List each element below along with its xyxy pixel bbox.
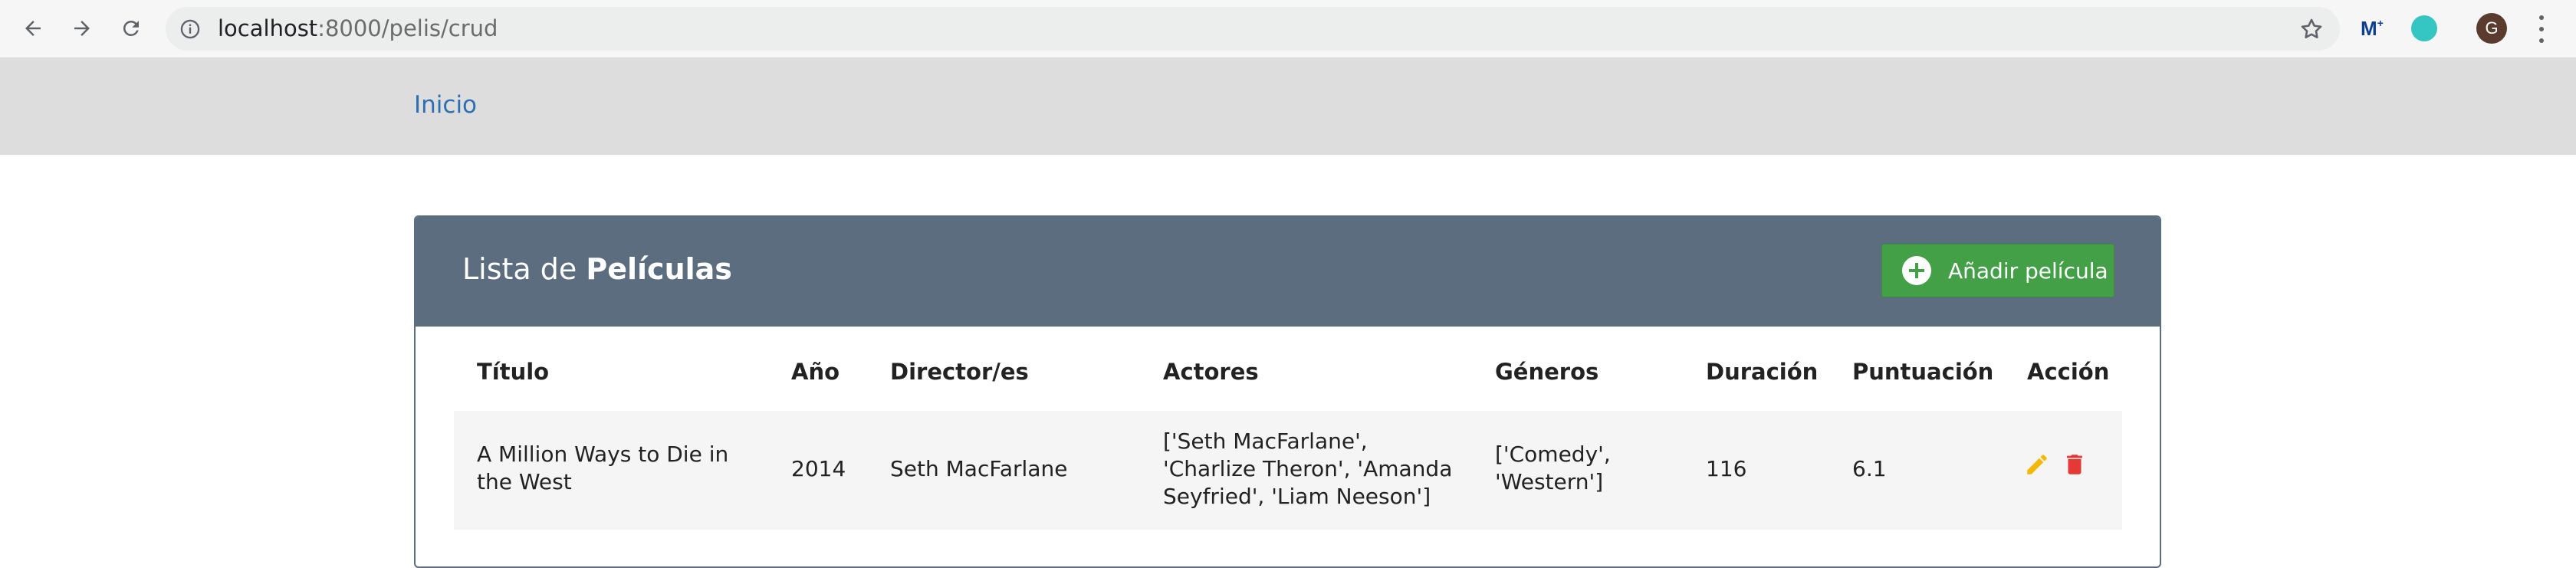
cell-anio: 2014 xyxy=(791,456,846,481)
browser-toolbar: localhost:8000/pelis/crud M+ G xyxy=(0,0,2576,58)
info-icon[interactable] xyxy=(179,18,201,40)
column-header-actores: Actores xyxy=(1163,359,1259,385)
extension-circle-icon[interactable] xyxy=(2411,15,2437,41)
extension-m-icon[interactable]: M+ xyxy=(2361,17,2387,40)
add-movie-label: Añadir película xyxy=(1948,258,2108,284)
bookmark-star-icon[interactable] xyxy=(2298,16,2325,42)
edit-pencil-icon[interactable] xyxy=(2024,451,2050,478)
cell-titulo: A Million Ways to Die in the West xyxy=(477,442,729,494)
column-header-puntuacion: Puntuación xyxy=(1852,359,1994,385)
nav-link-inicio[interactable]: Inicio xyxy=(414,91,477,119)
card-title: Lista de Películas xyxy=(462,252,732,286)
column-header-accion: Acción xyxy=(2027,359,2110,385)
cell-actores: ['Seth MacFarlane', 'Charlize Theron', '… xyxy=(1163,428,1453,509)
movies-card: Lista de Películas Añadir película Títul… xyxy=(414,215,2161,568)
column-header-generos: Géneros xyxy=(1495,359,1599,385)
column-header-duracion: Duración xyxy=(1706,359,1819,385)
cell-director: Seth MacFarlane xyxy=(890,456,1068,481)
add-movie-button[interactable]: Añadir película xyxy=(1881,244,2114,297)
url-path: :8000/pelis/crud xyxy=(317,15,498,41)
column-header-director: Director/es xyxy=(890,359,1029,385)
cell-generos: ['Comedy', 'Western'] xyxy=(1495,442,1611,494)
card-title-bold: Películas xyxy=(586,252,732,286)
column-header-anio: Año xyxy=(791,359,840,385)
profile-avatar[interactable]: G xyxy=(2476,13,2507,44)
back-icon[interactable] xyxy=(15,11,51,46)
url-text: localhost:8000/pelis/crud xyxy=(218,7,498,51)
delete-trash-icon[interactable] xyxy=(2062,451,2088,478)
address-bar[interactable]: localhost:8000/pelis/crud xyxy=(166,7,2340,51)
card-header: Lista de Películas Añadir película xyxy=(416,217,2160,327)
site-navbar: Inicio xyxy=(0,58,2576,155)
url-host: localhost xyxy=(218,15,318,41)
browser-menu-icon[interactable] xyxy=(2530,15,2553,43)
column-header-titulo: Título xyxy=(477,359,550,385)
add-circle-icon xyxy=(1902,256,1931,285)
forward-icon[interactable] xyxy=(64,11,100,46)
cell-puntuacion: 6.1 xyxy=(1852,456,1887,481)
card-title-prefix: Lista de xyxy=(462,252,586,286)
cell-duracion: 116 xyxy=(1706,456,1747,481)
reload-icon[interactable] xyxy=(113,11,149,46)
